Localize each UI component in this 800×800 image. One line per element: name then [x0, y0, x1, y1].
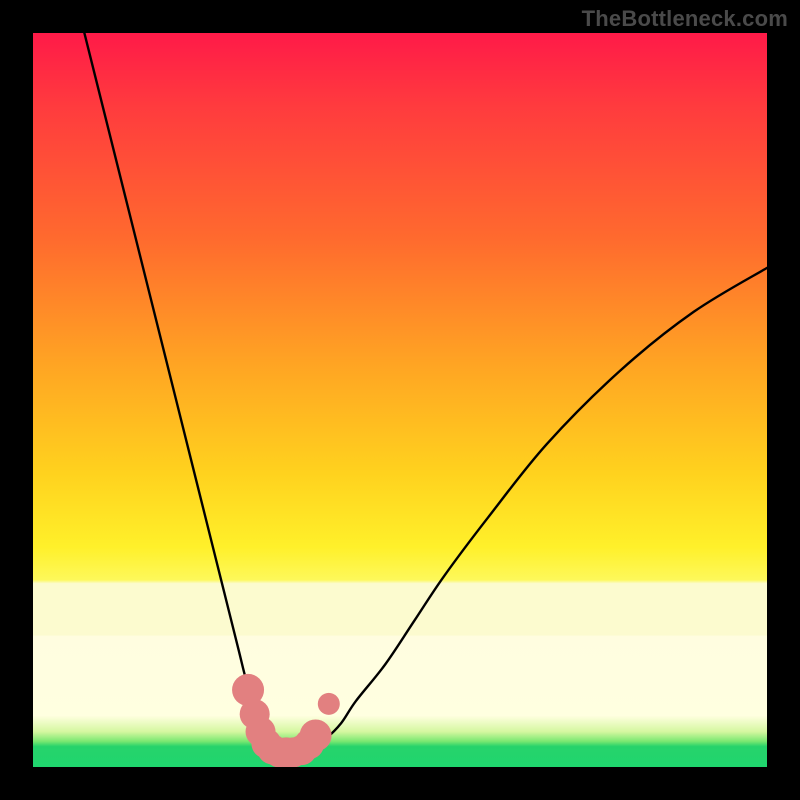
bottleneck-curve — [84, 33, 767, 753]
watermark-text: TheBottleneck.com — [582, 6, 788, 32]
marker-group — [232, 674, 340, 767]
curve-marker — [318, 693, 340, 715]
plot-area — [33, 33, 767, 767]
curve-marker — [300, 719, 332, 751]
chart-svg — [33, 33, 767, 767]
outer-frame: TheBottleneck.com — [0, 0, 800, 800]
